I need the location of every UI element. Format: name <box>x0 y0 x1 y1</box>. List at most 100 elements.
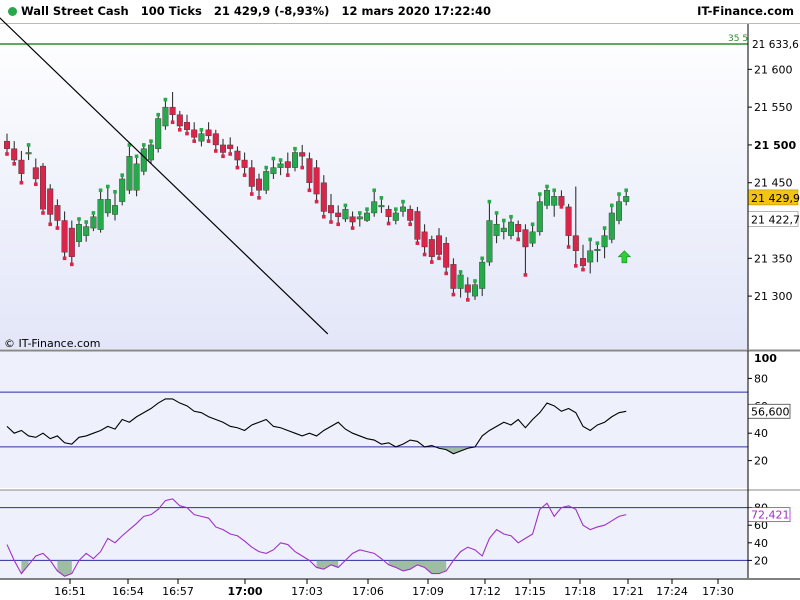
low-marker <box>257 196 261 200</box>
price-tick-label: 21 450 <box>754 177 793 190</box>
candle-body <box>407 208 414 221</box>
candle-body <box>349 216 356 223</box>
low-marker <box>559 205 564 209</box>
level-badge-label: 35 5 <box>728 34 748 44</box>
high-marker <box>502 218 506 223</box>
low-marker <box>408 222 412 227</box>
stochastic-value-label: 72,421 <box>751 509 790 522</box>
candle-body <box>392 212 399 221</box>
high-marker <box>149 139 153 143</box>
time-tick-label: 16:54 <box>112 585 144 598</box>
low-marker <box>451 292 456 297</box>
datetime-label: 12 mars 2020 17:22:40 <box>341 4 491 18</box>
low-marker <box>300 165 304 170</box>
candle-body <box>558 196 565 206</box>
status-dot-icon <box>8 7 17 16</box>
candle-body <box>450 264 457 289</box>
time-tick-label: 17:30 <box>702 585 734 598</box>
candle-body <box>536 201 543 233</box>
candle-body <box>292 152 299 168</box>
candle-body <box>306 158 313 183</box>
trendline <box>0 17 329 335</box>
candle-body <box>227 144 234 149</box>
low-marker <box>329 220 333 224</box>
stochastic-tick-label: 80 <box>754 502 768 515</box>
current-price-box <box>747 189 799 206</box>
price-panel-bg <box>0 24 748 349</box>
candle-body <box>205 129 212 137</box>
candle-body <box>263 171 270 191</box>
candle-body <box>256 178 263 191</box>
time-tick-label: 17:21 <box>612 585 644 598</box>
candle-body <box>320 182 327 212</box>
high-marker <box>113 189 117 194</box>
high-marker <box>142 143 146 147</box>
stochastic-oversold-fill <box>21 560 29 574</box>
high-marker <box>530 222 535 227</box>
candle-body <box>421 231 428 248</box>
high-marker <box>106 184 110 189</box>
low-marker <box>574 264 578 268</box>
price-tick-label: 21 500 <box>754 139 796 152</box>
low-marker <box>581 267 585 272</box>
time-axis-bg <box>0 579 800 600</box>
low-marker <box>437 256 441 261</box>
price-tick-label: 21 600 <box>754 63 793 76</box>
brand-label: IT-Finance.com <box>697 4 794 18</box>
candle-body <box>414 211 421 240</box>
candle-body <box>587 250 594 263</box>
rsi-line <box>6 398 627 455</box>
price-tick-label: 21 300 <box>754 290 793 303</box>
candle-body <box>443 242 450 268</box>
low-marker <box>221 154 225 159</box>
candle-body <box>54 205 61 221</box>
chart-window: Wall Street Cash 100 Ticks 21 429,9 (-8,… <box>0 0 800 600</box>
rsi-tick-label: 20 <box>754 455 768 468</box>
candle-body <box>335 212 342 217</box>
candle-body <box>176 114 183 127</box>
chart-canvas[interactable]: 21 300 21 350 21 400 21 450 21 500 21 550 21 6… <box>0 0 800 600</box>
candle-body <box>551 196 558 206</box>
candle-body <box>479 261 486 289</box>
candle-body <box>126 156 133 191</box>
low-marker <box>386 221 391 226</box>
high-marker <box>120 173 124 177</box>
high-marker <box>98 188 103 193</box>
candle-body <box>234 150 241 161</box>
stochastic-oversold-fill <box>316 560 339 570</box>
candle-body <box>75 224 82 242</box>
high-marker <box>473 279 477 283</box>
current-price-label: 21 429,9 <box>751 192 800 205</box>
low-marker <box>307 188 312 193</box>
instrument-name: Wall Street Cash <box>21 4 129 18</box>
candle-body <box>68 227 75 257</box>
candle-body <box>356 216 363 220</box>
time-tick-label: 17:18 <box>564 585 596 598</box>
candle-body <box>155 118 162 149</box>
candle-body <box>522 229 529 248</box>
low-marker <box>192 139 196 143</box>
candle-body <box>47 188 54 215</box>
high-marker <box>458 270 463 274</box>
low-marker <box>242 173 247 177</box>
high-marker <box>538 192 542 196</box>
high-marker <box>595 241 600 245</box>
low-marker <box>206 139 211 143</box>
stochastic-value-box <box>747 507 791 523</box>
time-tick-label: 17:09 <box>412 585 444 598</box>
candle-body <box>147 144 154 161</box>
candle-body <box>219 144 226 153</box>
watermark-label: © IT-Finance.com <box>4 337 101 350</box>
interval-label[interactable]: 100 Ticks <box>141 4 202 18</box>
candle-body <box>277 163 284 168</box>
candle-body <box>241 159 248 168</box>
candle-body <box>623 196 630 202</box>
high-marker <box>372 188 376 193</box>
high-marker <box>343 203 348 208</box>
high-marker <box>278 158 283 162</box>
low-marker <box>235 165 240 170</box>
low-marker <box>55 226 60 230</box>
candle-body <box>248 167 255 187</box>
candle-body <box>608 212 615 240</box>
high-marker <box>602 226 607 230</box>
